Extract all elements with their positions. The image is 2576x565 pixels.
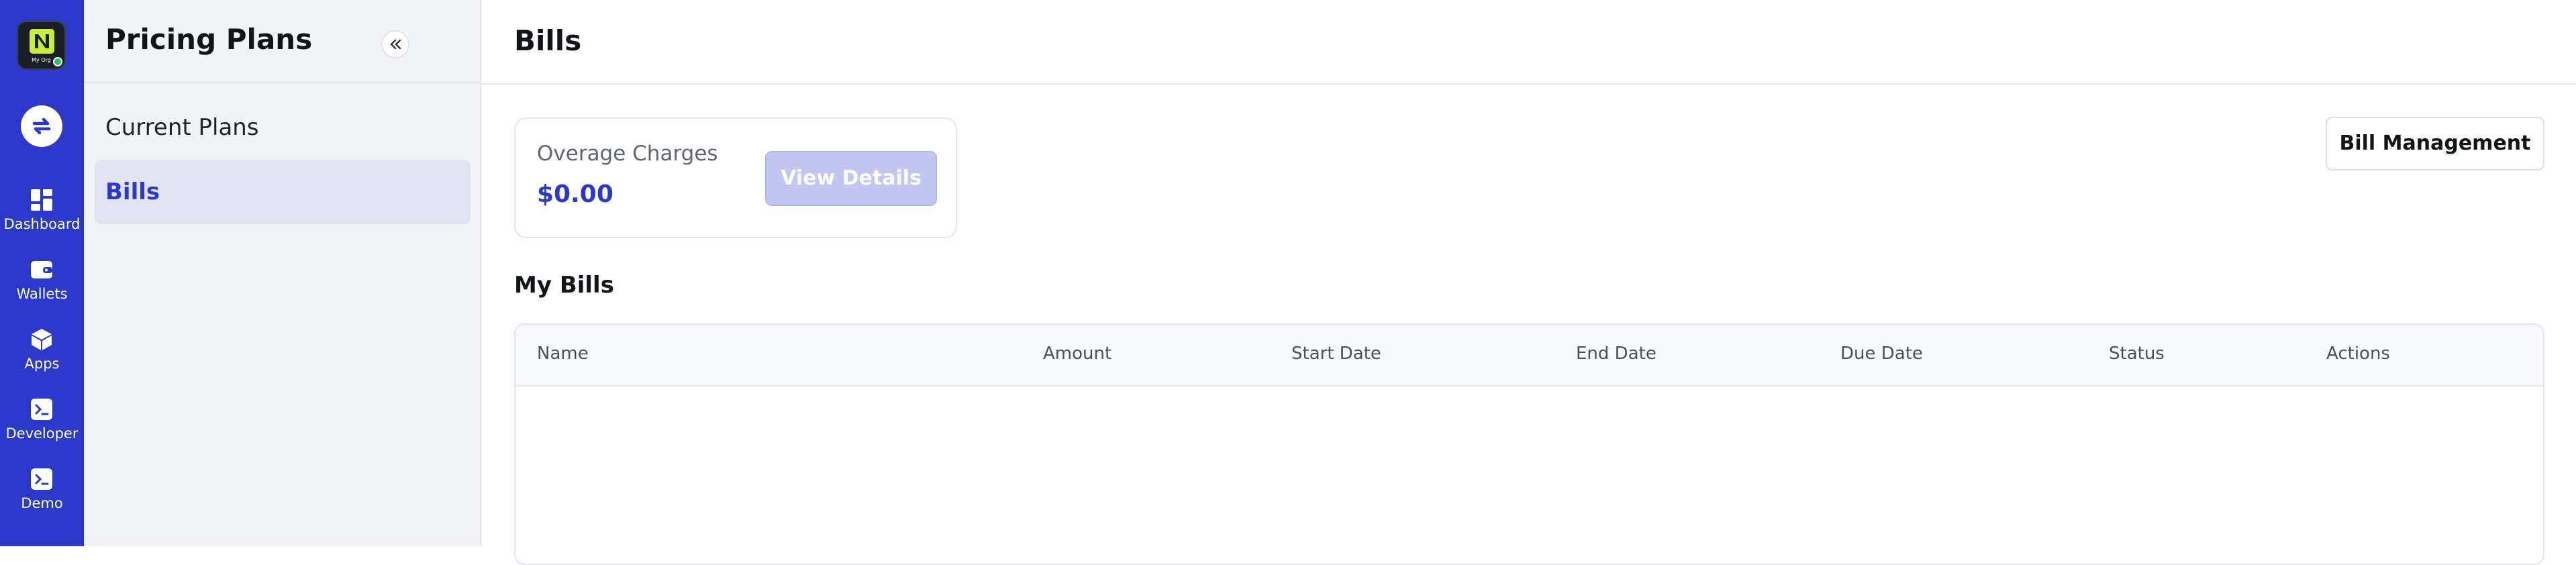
nav-demo[interactable]: Demo: [0, 467, 84, 521]
page-title: Bills: [514, 24, 582, 57]
overage-label: Overage Charges: [537, 142, 718, 166]
org-logo-mark: [30, 29, 54, 54]
nav-demo-label: Demo: [21, 495, 63, 511]
main-content: Bills Overage Charges $0.00 View Details…: [481, 0, 2576, 565]
column-header-actions: Actions: [2326, 344, 2390, 364]
column-header-due-date[interactable]: Due Date: [1840, 344, 1923, 364]
chevrons-left-icon: [390, 39, 401, 50]
sidebar-title: Pricing Plans: [105, 23, 313, 56]
column-header-amount[interactable]: Amount: [1043, 344, 1111, 364]
sidebar-item-label: Bills: [105, 178, 160, 205]
my-bills-heading: My Bills: [514, 272, 614, 299]
switch-org-button[interactable]: [21, 105, 62, 147]
view-details-button[interactable]: View Details: [765, 151, 937, 206]
nav-dashboard[interactable]: Dashboard: [0, 188, 84, 242]
bill-management-button[interactable]: Bill Management: [2326, 117, 2544, 170]
switch-arrows-icon: [32, 117, 51, 135]
bills-table: Name Amount Start Date End Date Due Date…: [514, 323, 2544, 565]
table-header: Name Amount Start Date End Date Due Date…: [515, 325, 2543, 387]
cube-icon: [30, 327, 54, 352]
sidebar-header: Pricing Plans: [84, 0, 480, 83]
column-header-start-date[interactable]: Start Date: [1291, 344, 1381, 364]
wallet-icon: [30, 258, 54, 282]
sidebar-item-current-plans[interactable]: Current Plans: [95, 95, 470, 160]
nav-apps[interactable]: Apps: [0, 327, 84, 381]
column-header-name[interactable]: Name: [537, 344, 589, 364]
online-status-dot: [53, 57, 62, 66]
org-logo[interactable]: My Org: [17, 21, 66, 70]
terminal-icon: [30, 397, 54, 421]
column-header-end-date[interactable]: End Date: [1576, 344, 1656, 364]
nav-developer-label: Developer: [5, 425, 79, 442]
app-rail: My Org Dashboard Wallets Apps Developer: [0, 0, 84, 546]
sidebar-item-bills[interactable]: Bills: [95, 160, 470, 224]
pricing-sidebar: Pricing Plans Current Plans Bills: [84, 0, 481, 546]
collapse-sidebar-button[interactable]: [381, 30, 409, 58]
terminal-icon: [30, 467, 54, 491]
sidebar-item-label: Current Plans: [105, 114, 259, 141]
nav-apps-label: Apps: [24, 356, 60, 372]
overage-value: $0.00: [537, 181, 613, 208]
nav-wallets[interactable]: Wallets: [0, 258, 84, 311]
dashboard-icon: [30, 188, 54, 212]
nav-wallets-label: Wallets: [16, 286, 68, 302]
nav-dashboard-label: Dashboard: [3, 216, 81, 232]
main-header: Bills: [481, 0, 2576, 85]
column-header-status[interactable]: Status: [2109, 344, 2165, 364]
nav-developer[interactable]: Developer: [0, 397, 84, 451]
overage-charges-card: Overage Charges $0.00 View Details: [514, 117, 957, 238]
